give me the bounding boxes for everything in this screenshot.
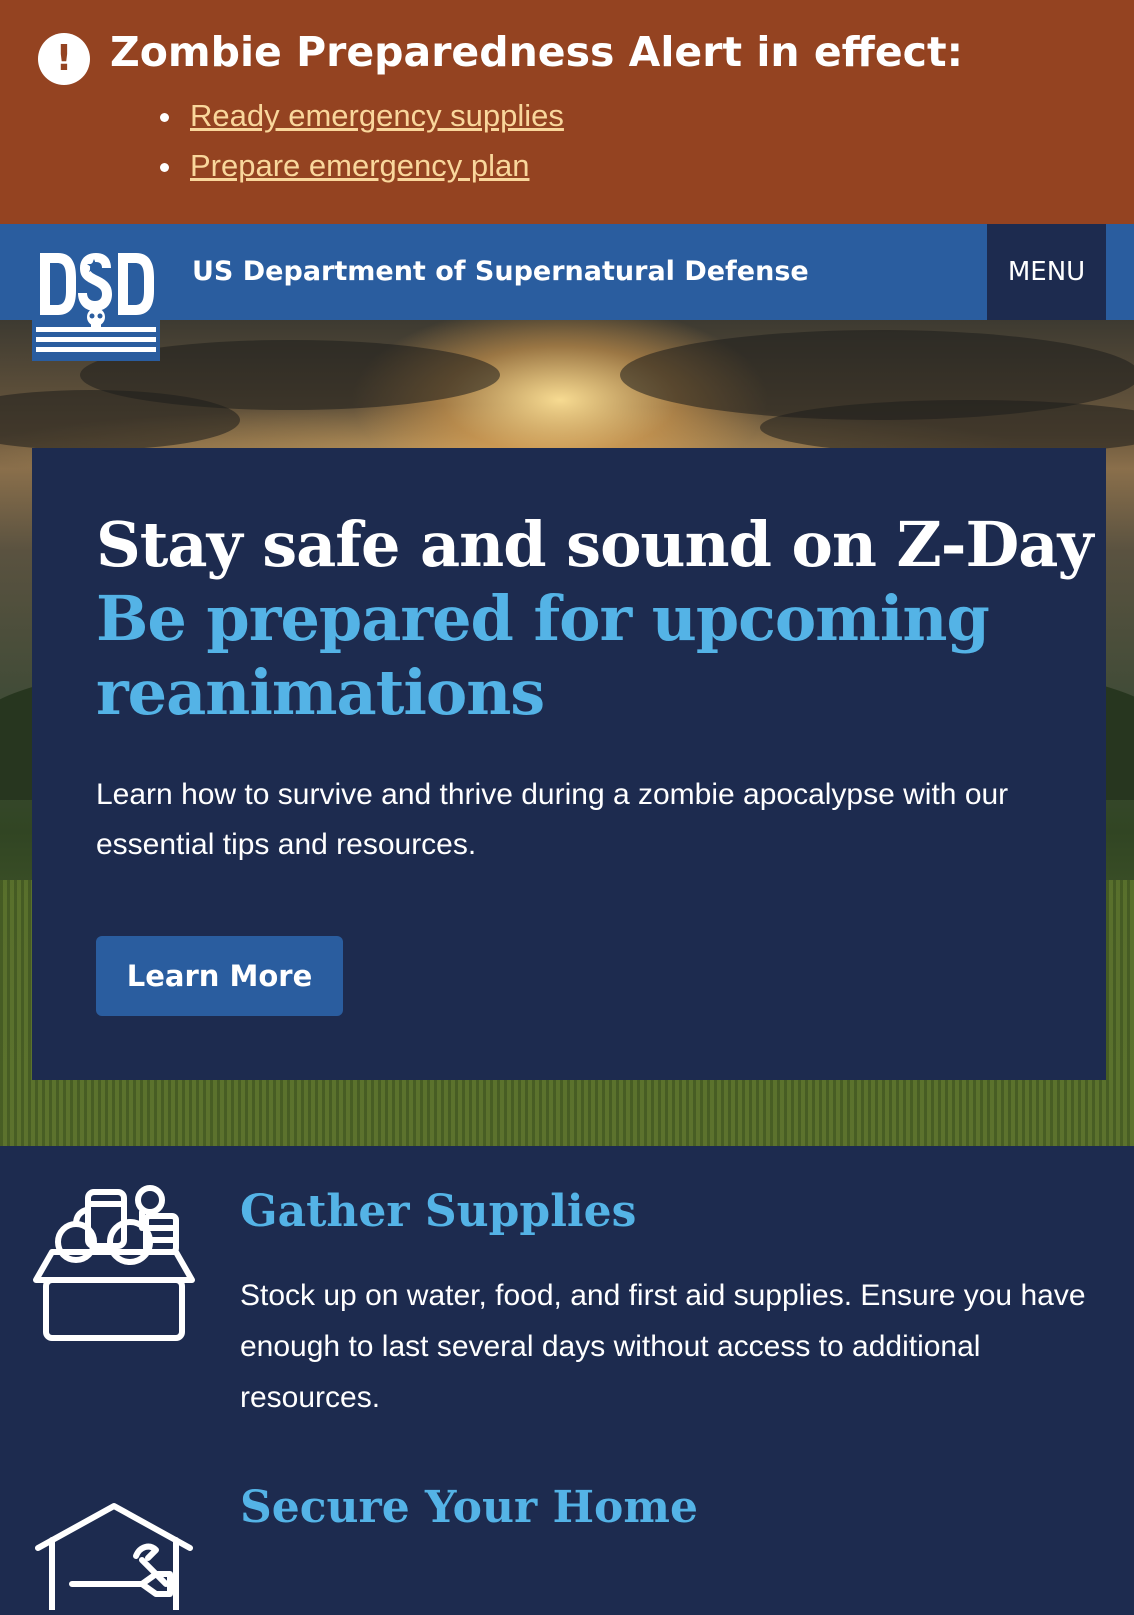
alert-title: Zombie Preparedness Alert in effect:: [110, 28, 963, 76]
dsd-logo[interactable]: [32, 245, 160, 361]
gather-supplies-title: Gather Supplies: [240, 1186, 637, 1237]
exclamation-icon: !: [38, 33, 90, 85]
prepare-plan-link[interactable]: Prepare emergency plan: [190, 148, 529, 184]
secure-home-title: Secure Your Home: [240, 1482, 698, 1533]
learn-more-button[interactable]: Learn More: [96, 936, 343, 1016]
menu-button[interactable]: MENU: [987, 224, 1106, 320]
supplies-box-icon: [32, 1182, 196, 1351]
hero-title: Stay safe and sound on Z-Day: [96, 508, 1093, 581]
features-section: Gather Supplies Stock up on water, food,…: [0, 1146, 1134, 1613]
alert-banner: ! Zombie Preparedness Alert in effect: R…: [0, 0, 1134, 224]
cloud: [760, 400, 1134, 455]
hero-description: Learn how to survive and thrive during a…: [96, 778, 1009, 861]
hero-section: Stay safe and sound on Z-Day Be prepared…: [0, 320, 1134, 1146]
home-tools-icon: [32, 1500, 196, 1615]
site-name[interactable]: US Department of Supernatural Defense: [192, 256, 809, 287]
gather-supplies-text: Stock up on water, food, and first aid s…: [240, 1279, 1086, 1414]
hero-subtitle: Be prepared for upcoming reanimations: [96, 582, 990, 729]
ready-supplies-link[interactable]: Ready emergency supplies: [190, 98, 564, 134]
hero-card: Stay safe and sound on Z-Day Be prepared…: [32, 448, 1106, 1080]
